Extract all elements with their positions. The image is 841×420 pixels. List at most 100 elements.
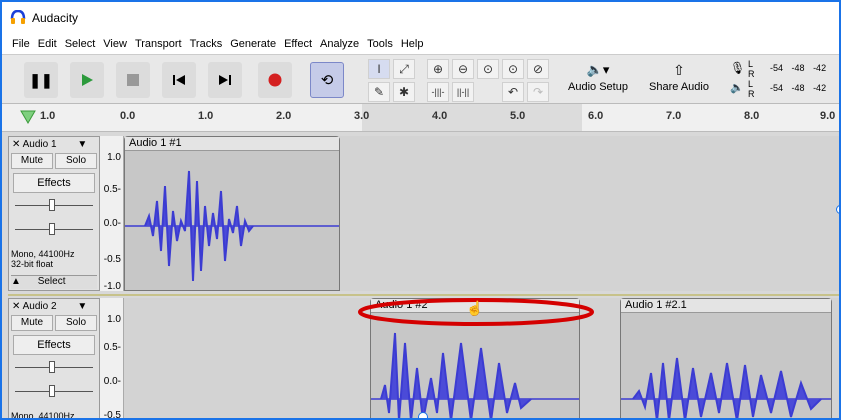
menu-help[interactable]: Help [397, 38, 428, 50]
collapse-icon: ▲ [11, 276, 24, 287]
clip-title[interactable]: Audio 1 #1 [125, 137, 339, 151]
play-meter-r: R [748, 89, 755, 99]
pan-slider[interactable] [15, 385, 93, 397]
solo-button[interactable]: Solo [55, 315, 97, 331]
skip-start-button[interactable] [162, 62, 196, 98]
audio-setup-button[interactable]: 🔈▾ Audio Setup [564, 59, 632, 101]
window-title: Audacity [32, 11, 79, 25]
audio-clip[interactable]: Audio 1 #1 [124, 136, 340, 291]
redo-icon: ↷ [532, 85, 544, 99]
close-icon[interactable]: ✕ [12, 139, 23, 150]
silence-icon: ||-|| [456, 87, 470, 97]
mute-button[interactable]: Mute [11, 315, 53, 331]
meters: 🎙 🔈 L R L R -54 -48 -42 -54 -48 -42 [728, 59, 839, 99]
i-beam-icon: I [377, 62, 381, 76]
ruler-tick: 1.0 [198, 110, 214, 122]
menu-generate[interactable]: Generate [226, 38, 280, 50]
scale-label: 0.5- [103, 184, 121, 195]
zoom-fit-icon: ⊙ [507, 62, 519, 76]
envelope-tool-button[interactable]: ⤢ [393, 59, 415, 79]
zoom-toggle-button[interactable]: ⊘ [527, 59, 549, 79]
pan-slider[interactable] [15, 223, 93, 235]
meter-tick: -42 [813, 83, 827, 93]
scale-label: 0.0- [103, 218, 121, 229]
zoom-out-button[interactable]: ⊖ [452, 59, 474, 79]
playback-speaker-icon: 🔈 [730, 82, 744, 94]
timeline-ruler[interactable]: 1.0 0.0 1.0 2.0 3.0 4.0 5.0 6.0 7.0 8.0 … [2, 104, 839, 132]
menu-tracks[interactable]: Tracks [186, 38, 227, 50]
pin-icon[interactable] [20, 110, 36, 124]
track-name: Audio 1 [22, 139, 57, 150]
chevron-down-icon: ▼ [77, 301, 88, 312]
clip-title[interactable]: Audio 1 #2.1 [621, 299, 831, 313]
mute-button[interactable]: Mute [11, 153, 53, 169]
menu-analyze[interactable]: Analyze [316, 38, 363, 50]
silence-button[interactable]: ||-|| [452, 82, 474, 102]
audio-setup-label: Audio Setup [568, 81, 628, 93]
trim-button[interactable]: -|||- [427, 82, 449, 102]
gain-slider[interactable] [15, 361, 93, 373]
menu-view[interactable]: View [99, 38, 131, 50]
scale-label: 0.5- [103, 342, 121, 353]
zoom-in-button[interactable]: ⊕ [427, 59, 449, 79]
share-audio-button[interactable]: ⇧ Share Audio [645, 59, 713, 101]
play-meter-l: L [748, 79, 754, 89]
scale-label: 0.0- [103, 376, 121, 387]
track-control-panel: ✕ Audio 2 ▼ Mute Solo Effects Mono, 4410… [8, 298, 100, 418]
redo-button[interactable]: ↷ [527, 82, 549, 102]
play-button[interactable] [70, 62, 104, 98]
pause-button[interactable]: ❚❚ [24, 62, 58, 98]
track-lane[interactable]: Audio 1 #1 [124, 136, 839, 291]
loop-button[interactable]: ⟲ [310, 62, 344, 98]
ruler-tick: 5.0 [510, 110, 526, 122]
amplitude-scale[interactable]: 1.0 0.5- 0.0- -0.5 -1.0 [100, 136, 124, 292]
solo-button[interactable]: Solo [55, 153, 97, 169]
scale-label: -0.5 [103, 410, 121, 420]
draw-tool-button[interactable]: ✎ [368, 82, 390, 102]
record-meter[interactable]: -54 -48 -42 [758, 63, 839, 73]
playback-meter[interactable]: -54 -48 -42 [758, 83, 839, 93]
amplitude-scale[interactable]: 1.0 0.5- 0.0- -0.5 [100, 298, 124, 420]
menu-file[interactable]: File [8, 38, 34, 50]
record-button[interactable] [258, 62, 292, 98]
menu-transport[interactable]: Transport [131, 38, 186, 50]
close-icon[interactable]: ✕ [12, 301, 23, 312]
menu-edit[interactable]: Edit [34, 38, 61, 50]
zoom-selection-icon: ⊙ [482, 62, 494, 76]
meter-tick: -54 [770, 63, 784, 73]
menu-select[interactable]: Select [61, 38, 100, 50]
undo-button[interactable]: ↶ [502, 82, 524, 102]
track-name-dropdown[interactable]: ✕ Audio 1 ▼ [12, 139, 87, 150]
effects-button[interactable]: Effects [13, 173, 95, 193]
chevron-down-icon: ▼ [77, 139, 88, 150]
ruler-tick: 6.0 [588, 110, 604, 122]
zoom-toggle-icon: ⊘ [532, 62, 544, 76]
track-name: Audio 2 [22, 301, 57, 312]
fit-project-button[interactable]: ⊙ [502, 59, 524, 79]
scale-label: 1.0 [107, 314, 121, 325]
play-icon [82, 74, 93, 86]
effects-button[interactable]: Effects [13, 335, 95, 355]
stop-icon [127, 74, 139, 86]
resize-handle[interactable] [418, 412, 428, 418]
menu-tools[interactable]: Tools [363, 38, 397, 50]
scale-label: -1.0 [103, 281, 121, 292]
multi-tool-button[interactable]: ✱ [393, 82, 415, 102]
track-name-dropdown[interactable]: ✕ Audio 2 ▼ [12, 301, 87, 312]
selection-tool-button[interactable]: I [368, 59, 390, 79]
menu-effect[interactable]: Effect [280, 38, 316, 50]
gain-slider[interactable] [15, 199, 93, 211]
zoom-in-icon: ⊕ [432, 62, 444, 76]
stop-button[interactable] [116, 62, 150, 98]
audio-clip[interactable]: Audio 1 #2.1 [620, 298, 832, 418]
track-area: ✕ Audio 1 ▼ Mute Solo Effects Mono, 4410… [2, 132, 839, 420]
ruler-tick: 9.0 [820, 110, 836, 122]
skip-end-button[interactable] [208, 62, 242, 98]
title-bar: Audacity [2, 2, 839, 34]
meter-tick: -42 [813, 63, 827, 73]
fit-selection-button[interactable]: ⊙ [477, 59, 499, 79]
select-track-button[interactable]: ▲ Select [11, 275, 97, 289]
resize-handle[interactable] [836, 205, 839, 214]
undo-icon: ↶ [507, 85, 519, 99]
track-control-panel: ✕ Audio 1 ▼ Mute Solo Effects Mono, 4410… [8, 136, 100, 291]
